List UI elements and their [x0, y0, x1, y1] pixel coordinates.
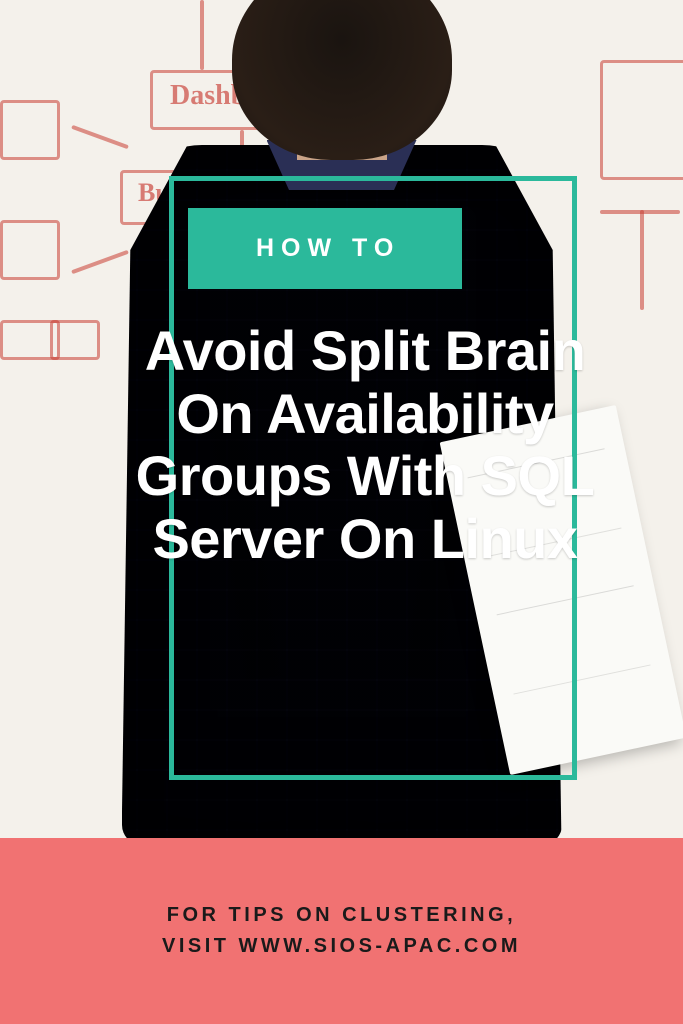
footer-bar: FOR TIPS ON CLUSTERING, VISIT WWW.SIOS-A… [0, 838, 683, 1024]
footer-line-2: VISIT WWW.SIOS-APAC.COM [162, 935, 521, 957]
article-title: Avoid Split Brain On Availability Groups… [115, 320, 615, 571]
diagram-box [0, 100, 60, 160]
footer-text: FOR TIPS ON CLUSTERING, VISIT WWW.SIOS-A… [162, 900, 521, 962]
diagram-box [0, 220, 60, 280]
diagram-line [640, 210, 644, 310]
category-badge: HOW TO [188, 208, 462, 289]
hero-photo: Dashboard Budget HOW TO Avoid Split Brai… [0, 0, 683, 838]
diagram-box [50, 320, 100, 360]
diagram-box [600, 60, 683, 180]
badge-label: HOW TO [256, 234, 400, 262]
person-hair [232, 0, 452, 160]
footer-line-1: FOR TIPS ON CLUSTERING, [167, 904, 516, 926]
